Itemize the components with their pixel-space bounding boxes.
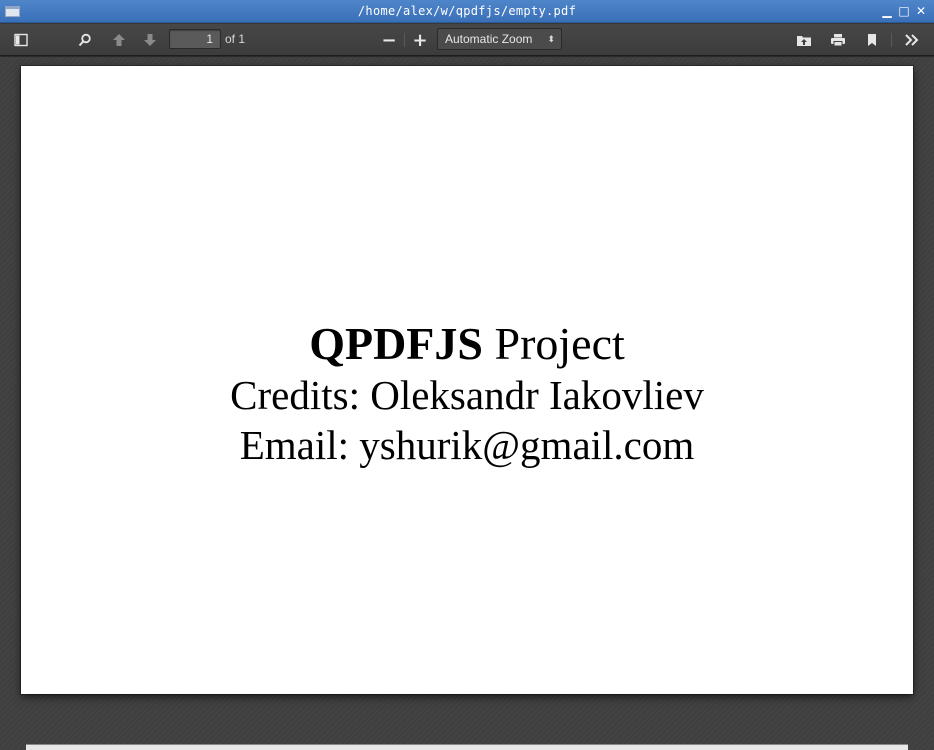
- document-credits: Credits: Oleksandr Iakovliev: [230, 372, 704, 418]
- page-count-label: of 1: [225, 32, 246, 46]
- previous-page-icon: [112, 33, 126, 47]
- document-title-rest: Project: [482, 318, 625, 369]
- next-page-icon: [143, 33, 157, 47]
- bookmark-icon: [866, 33, 878, 47]
- search-icon: [78, 33, 92, 47]
- document-email: Email: yshurik@gmail.com: [239, 422, 695, 468]
- pdf-page: QPDFJS Project Credits: Oleksandr Iakovl…: [21, 66, 913, 694]
- previous-page-button[interactable]: [106, 28, 132, 52]
- sidebar-toggle-icon: [14, 33, 28, 47]
- open-file-button[interactable]: [791, 28, 817, 52]
- chevron-updown-icon: ⬍: [547, 34, 555, 44]
- close-button[interactable]: ✕: [915, 5, 927, 17]
- sidebar-toggle-button[interactable]: [8, 28, 34, 52]
- tools-button[interactable]: [899, 28, 925, 52]
- pdf-viewer[interactable]: QPDFJS Project Credits: Oleksandr Iakovl…: [0, 57, 934, 750]
- print-button[interactable]: [825, 28, 851, 52]
- document-title: QPDFJS Project: [21, 318, 913, 370]
- page-content: QPDFJS Project Credits: Oleksandr Iakovl…: [21, 318, 913, 470]
- tools-separator: [891, 33, 892, 47]
- window-titlebar[interactable]: /home/alex/w/qpdfjs/empty.pdf ▁ □ ✕: [0, 0, 934, 23]
- zoom-separator: [404, 33, 405, 47]
- window-title: /home/alex/w/qpdfjs/empty.pdf: [357, 4, 577, 18]
- print-icon: [830, 33, 846, 47]
- document-title-bold: QPDFJS: [309, 318, 483, 369]
- zoom-select-value: Automatic Zoom: [445, 32, 533, 46]
- zoom-in-button[interactable]: +: [407, 28, 433, 52]
- page-number-input[interactable]: [169, 29, 221, 49]
- zoom-select[interactable]: Automatic Zoom ⬍: [437, 28, 562, 50]
- minimize-button[interactable]: ▁: [881, 5, 893, 17]
- maximize-button[interactable]: □: [898, 5, 910, 17]
- tools-icon: [904, 33, 920, 47]
- horizontal-scrollbar[interactable]: [26, 744, 908, 750]
- search-button[interactable]: [72, 28, 98, 52]
- open-file-icon: [796, 33, 812, 47]
- zoom-out-button[interactable]: −: [376, 28, 402, 52]
- bookmark-button[interactable]: [859, 28, 885, 52]
- next-page-button[interactable]: [137, 28, 163, 52]
